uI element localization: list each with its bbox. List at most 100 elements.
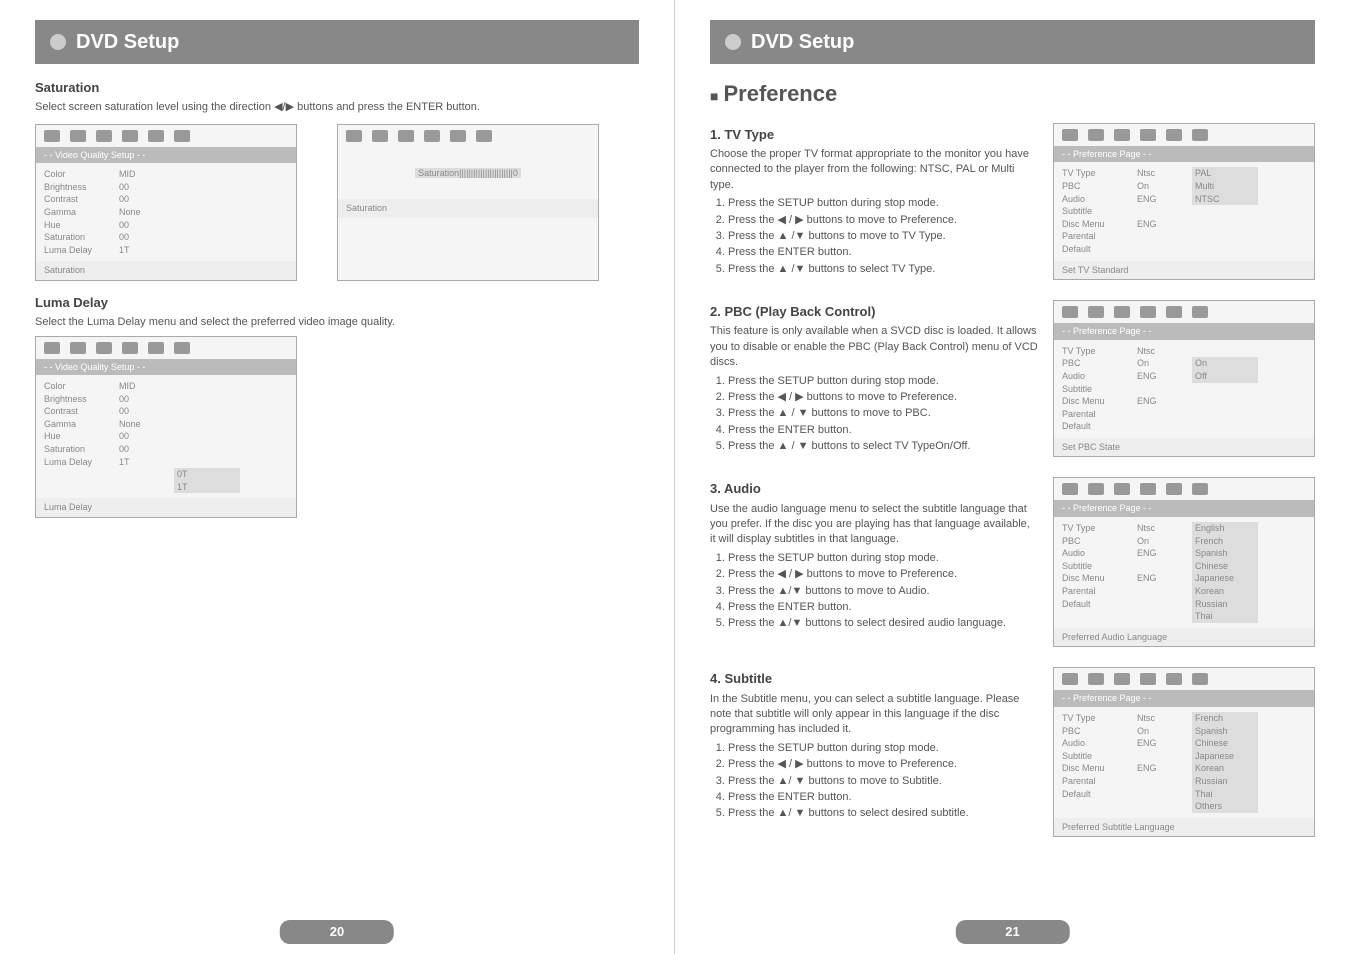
pbc-desc: This feature is only available when a SV… — [710, 324, 1038, 370]
osd-row: Thai — [1062, 610, 1306, 623]
audio-desc: Use the audio language menu to select th… — [710, 502, 1038, 548]
audio-title: 3. Audio — [710, 480, 1038, 498]
step-item: Press the ▲ / ▼ buttons to select TV Typ… — [728, 439, 1038, 454]
osd-foot: Luma Delay — [36, 498, 296, 517]
osd-row: AudioENGSpanish — [1062, 547, 1306, 560]
osd-title: - - Preference Page - - — [1054, 146, 1314, 163]
saturation-title: Saturation — [35, 79, 639, 97]
osd-row: DefaultThai — [1062, 788, 1306, 801]
osd-row: Hue00 — [44, 219, 288, 232]
osd-row: Disc MenuENGJapanese — [1062, 572, 1306, 585]
osd-row: Hue00 — [44, 430, 288, 443]
osd-foot: Set TV Standard — [1054, 261, 1314, 280]
osd-foot: Saturation — [338, 199, 598, 218]
luma-desc: Select the Luma Delay menu and select th… — [35, 315, 639, 330]
osd-title: - - Preference Page - - — [1054, 500, 1314, 517]
step-item: Press the ENTER button. — [728, 790, 1038, 805]
osd-row: Disc MenuENG — [1062, 395, 1306, 408]
osd-body: ColorMIDBrightness00Contrast00GammaNoneH… — [36, 163, 296, 261]
osd-foot: Set PBC State — [1054, 438, 1314, 457]
left-column: DVD Setup Saturation Select screen satur… — [0, 0, 675, 954]
osd-row: Luma Delay1T — [44, 244, 288, 257]
osd-body: TV TypeNtscFrenchPBCOnSpanishAudioENGChi… — [1054, 707, 1314, 818]
osd-row: Contrast00 — [44, 405, 288, 418]
header-title: DVD Setup — [76, 28, 179, 56]
step-item: Press the SETUP button during stop mode. — [728, 551, 1038, 566]
pbc-section: 2. PBC (Play Back Control) This feature … — [710, 295, 1315, 462]
osd-pbc: - - Preference Page - - TV TypeNtscPBCOn… — [1053, 300, 1315, 457]
osd-saturation-2: Saturation|||||||||||||||||||||||0 Satur… — [337, 124, 599, 281]
document-page: DVD Setup Saturation Select screen satur… — [0, 0, 1350, 954]
osd-row: AudioENGOff — [1062, 370, 1306, 383]
header-left: DVD Setup — [35, 20, 639, 64]
osd-icons — [1054, 478, 1314, 500]
preference-heading: ■Preference — [710, 79, 1315, 110]
osd-tv: - - Preference Page - - TV TypeNtscPALPB… — [1053, 123, 1315, 280]
osd-subtitle: - - Preference Page - - TV TypeNtscFrenc… — [1053, 667, 1315, 837]
osd-row: Contrast00 — [44, 193, 288, 206]
tv-text: 1. TV Type Choose the proper TV format a… — [710, 118, 1038, 280]
osd-title: - - Preference Page - - — [1054, 690, 1314, 707]
osd-row: AudioENGChinese — [1062, 737, 1306, 750]
osd-foot: Saturation — [36, 261, 296, 280]
audio-text: 3. Audio Use the audio language menu to … — [710, 472, 1038, 634]
osd-body: TV TypeNtscPBCOnOnAudioENGOffSubtitleDis… — [1054, 340, 1314, 438]
osd-title: - - Video Quality Setup - - — [36, 359, 296, 376]
osd-row: ColorMID — [44, 168, 288, 181]
osd-body: TV TypeNtscPALPBCOnMultiAudioENGNTSCSubt… — [1054, 162, 1314, 260]
osd-row: TV TypeNtscFrench — [1062, 712, 1306, 725]
subtitle-title: 4. Subtitle — [710, 670, 1038, 688]
osd-icons — [1054, 668, 1314, 690]
osd-audio: - - Preference Page - - TV TypeNtscEngli… — [1053, 477, 1315, 647]
osd-row: GammaNone — [44, 418, 288, 431]
osd-icons — [1054, 124, 1314, 146]
header-title: DVD Setup — [751, 28, 854, 56]
osd-row: Others — [1062, 800, 1306, 813]
osd-foot: Preferred Subtitle Language — [1054, 818, 1314, 837]
tv-steps: Press the SETUP button during stop mode.… — [710, 196, 1038, 277]
step-item: Press the ◀ / ▶ buttons to move to Prefe… — [728, 213, 1038, 228]
subtitle-steps: Press the SETUP button during stop mode.… — [710, 741, 1038, 822]
step-item: Press the SETUP button during stop mode. — [728, 196, 1038, 211]
osd-icons — [36, 125, 296, 147]
page-number-left: 20 — [280, 920, 394, 944]
osd-row: Luma Delay1T — [44, 456, 288, 469]
step-item: Press the SETUP button during stop mode. — [728, 374, 1038, 389]
pbc-text: 2. PBC (Play Back Control) This feature … — [710, 295, 1038, 457]
tv-section: 1. TV Type Choose the proper TV format a… — [710, 118, 1315, 285]
osd-body: TV TypeNtscEnglishPBCOnFrenchAudioENGSpa… — [1054, 517, 1314, 628]
osd-luma: - - Video Quality Setup - - ColorMIDBrig… — [35, 336, 297, 519]
osd-row: Default — [1062, 243, 1306, 256]
audio-section: 3. Audio Use the audio language menu to … — [710, 472, 1315, 652]
subtitle-section: 4. Subtitle In the Subtitle menu, you ca… — [710, 662, 1315, 842]
osd-row: ParentalRussian — [1062, 775, 1306, 788]
step-item: Press the ▲ / ▼ buttons to move to PBC. — [728, 406, 1038, 421]
osd-row: ParentalKorean — [1062, 585, 1306, 598]
step-item: Press the ▲/ ▼ buttons to select desired… — [728, 806, 1038, 821]
osd-row: Subtitle — [1062, 205, 1306, 218]
step-item: Press the ENTER button. — [728, 423, 1038, 438]
audio-steps: Press the SETUP button during stop mode.… — [710, 551, 1038, 632]
tv-desc: Choose the proper TV format appropriate … — [710, 147, 1038, 193]
saturation-screenshots: - - Video Quality Setup - - ColorMIDBrig… — [35, 119, 639, 286]
step-item: Press the ◀ / ▶ buttons to move to Prefe… — [728, 757, 1038, 772]
osd-row: PBCOnSpanish — [1062, 725, 1306, 738]
osd-row: Disc MenuENG — [1062, 218, 1306, 231]
osd-row: GammaNone — [44, 206, 288, 219]
step-item: Press the ◀ / ▶ buttons to move to Prefe… — [728, 567, 1038, 582]
pbc-title: 2. PBC (Play Back Control) — [710, 303, 1038, 321]
osd-title: - - Video Quality Setup - - — [36, 147, 296, 164]
osd-icons — [1054, 301, 1314, 323]
osd-row: Saturation00 — [44, 231, 288, 244]
osd-row: TV TypeNtscPAL — [1062, 167, 1306, 180]
osd-row: Brightness00 — [44, 393, 288, 406]
osd-row: Saturation00 — [44, 443, 288, 456]
osd-row: Default — [1062, 420, 1306, 433]
osd-row: Parental — [1062, 408, 1306, 421]
osd-row: Disc MenuENGKorean — [1062, 762, 1306, 775]
right-column: DVD Setup ■Preference 1. TV Type Choose … — [675, 0, 1350, 954]
saturation-desc: Select screen saturation level using the… — [35, 100, 639, 115]
luma-title: Luma Delay — [35, 294, 639, 312]
step-item: Press the ▲/ ▼ buttons to move to Subtit… — [728, 774, 1038, 789]
step-item: Press the SETUP button during stop mode. — [728, 741, 1038, 756]
